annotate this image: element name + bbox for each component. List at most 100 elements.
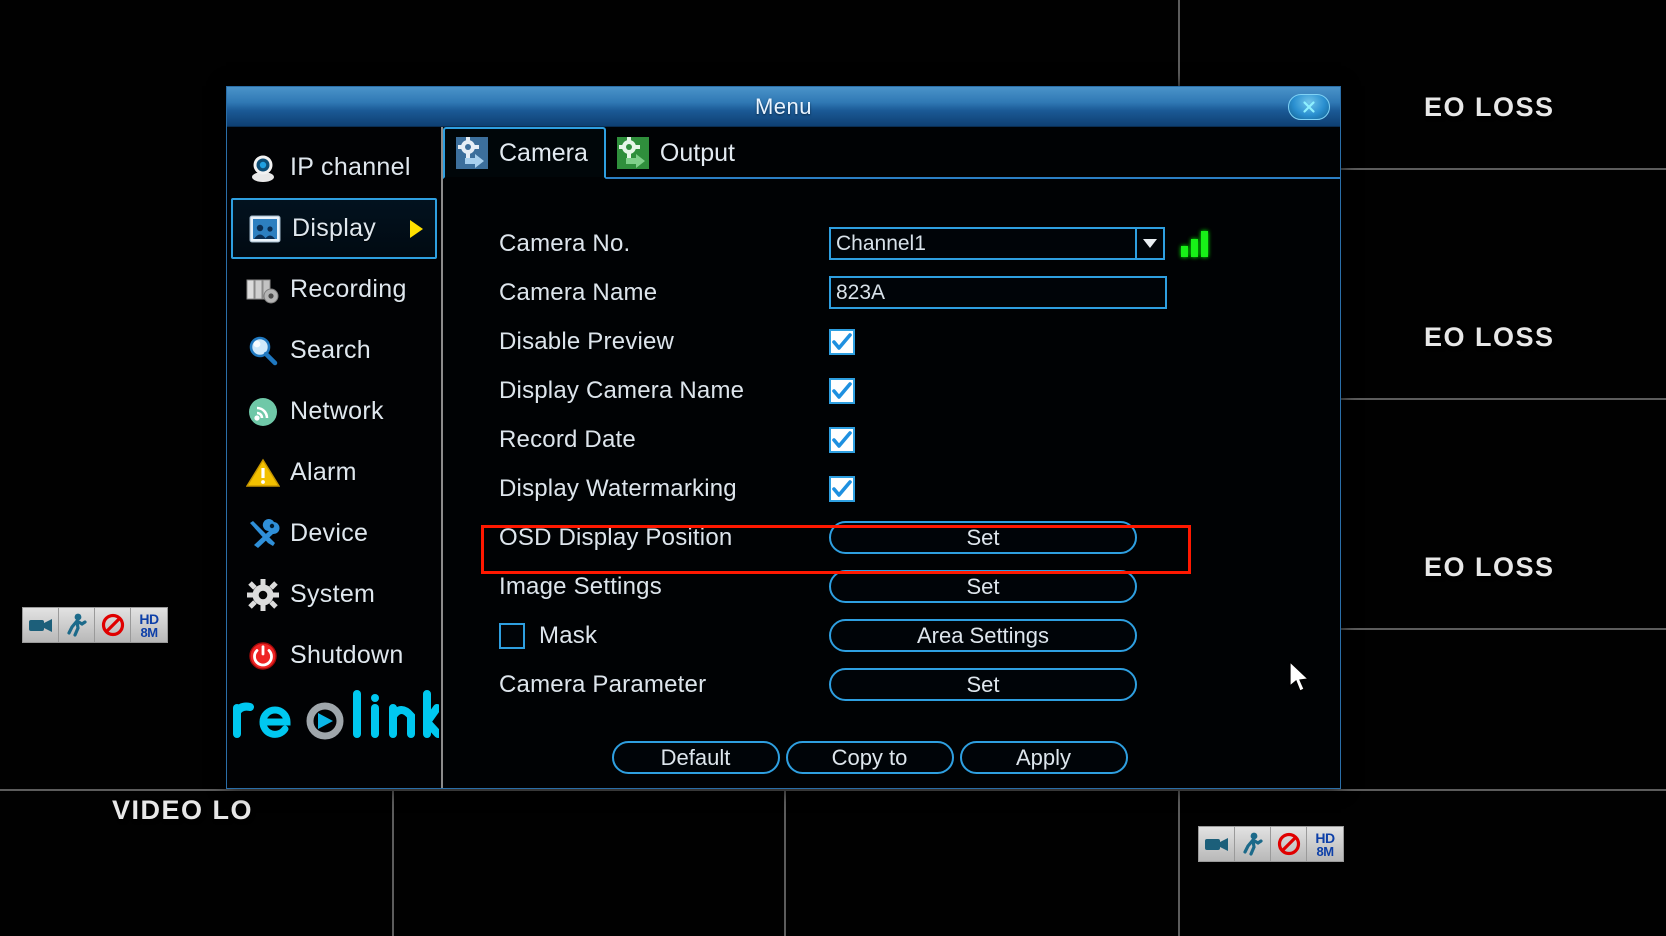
sidebar-item-alarm[interactable]: Alarm bbox=[231, 442, 437, 503]
check-icon bbox=[832, 332, 852, 350]
row-mask: Mask Area Settings bbox=[443, 611, 1340, 660]
label-display-camera-name: Display Camera Name bbox=[499, 376, 745, 404]
camera-icon bbox=[1199, 827, 1235, 861]
label-camera-parameter: Camera Parameter bbox=[499, 670, 707, 698]
motion-person-icon bbox=[59, 608, 95, 642]
row-osd-display-position: OSD Display Position Set bbox=[443, 513, 1340, 562]
camera-no-select[interactable]: Channel1 bbox=[829, 227, 1165, 260]
label-record-date: Record Date bbox=[499, 425, 636, 453]
content-panel: Camera Output Camera No. Channel1 Camera… bbox=[443, 127, 1340, 788]
video-loss-label: VIDEO LO bbox=[112, 795, 254, 825]
channel-status-strip: HD 8M bbox=[22, 607, 168, 643]
no-entry-icon bbox=[95, 608, 131, 642]
check-icon bbox=[832, 430, 852, 448]
camera-name-input[interactable]: 823A bbox=[829, 276, 1167, 309]
tab-label: Output bbox=[659, 138, 735, 167]
row-image-settings: Image Settings Set bbox=[443, 562, 1340, 611]
osd-display-position-set-button[interactable]: Set bbox=[829, 521, 1137, 554]
sidebar-label: Search bbox=[290, 336, 372, 364]
label-disable-preview: Disable Preview bbox=[499, 327, 675, 355]
channel-status-strip: HD 8M bbox=[1198, 826, 1344, 862]
tab-camera[interactable]: Camera bbox=[443, 127, 606, 179]
sidebar-item-device[interactable]: Device bbox=[231, 503, 437, 564]
sidebar-nav: IP channel Display Recording Search Netw… bbox=[227, 127, 443, 788]
device-tools-icon bbox=[245, 516, 281, 552]
chevron-down-icon[interactable] bbox=[1137, 227, 1165, 260]
row-camera-name: Camera Name 823A bbox=[443, 268, 1340, 317]
hd-8m-icon: HD 8M bbox=[131, 608, 167, 642]
dialog-title: Menu bbox=[754, 93, 813, 119]
reolink-logo bbox=[227, 684, 441, 740]
camera-icon bbox=[23, 608, 59, 642]
sidebar-label: Shutdown bbox=[290, 641, 404, 669]
label-mask: Mask bbox=[499, 622, 829, 650]
system-gear-icon bbox=[245, 577, 281, 613]
mask-area-settings-button[interactable]: Area Settings bbox=[829, 619, 1137, 652]
tab-label: Camera bbox=[499, 138, 588, 167]
no-entry-icon bbox=[1271, 827, 1307, 861]
label-image-settings: Image Settings bbox=[499, 572, 662, 600]
network-wifi-icon bbox=[245, 394, 281, 430]
apply-button[interactable]: Apply bbox=[959, 741, 1128, 774]
label-camera-no: Camera No. bbox=[499, 229, 631, 257]
default-button[interactable]: Default bbox=[611, 741, 780, 774]
checkbox-display-watermarking[interactable] bbox=[829, 475, 855, 502]
label-camera-name: Camera Name bbox=[499, 278, 658, 306]
ip-camera-icon bbox=[245, 150, 281, 186]
recording-film-icon bbox=[245, 272, 281, 308]
row-disable-preview: Disable Preview bbox=[443, 317, 1340, 366]
hd-label: HD bbox=[1315, 829, 1335, 846]
grid-divider-vertical bbox=[392, 789, 394, 936]
8m-label: 8M bbox=[140, 624, 158, 640]
sidebar-item-network[interactable]: Network bbox=[231, 381, 437, 442]
camera-settings-form: Camera No. Channel1 Camera Name 823A Dis… bbox=[443, 179, 1340, 709]
magnifier-icon bbox=[245, 333, 281, 369]
sidebar-label: Device bbox=[290, 519, 369, 547]
image-settings-set-button[interactable]: Set bbox=[829, 570, 1137, 603]
output-gear-icon bbox=[616, 136, 650, 170]
sidebar-label: Network bbox=[290, 397, 384, 425]
display-picture-icon bbox=[247, 211, 283, 247]
close-button[interactable] bbox=[1288, 94, 1330, 120]
row-camera-parameter: Camera Parameter Set bbox=[443, 660, 1340, 709]
copy-to-button[interactable]: Copy to bbox=[785, 741, 954, 774]
chevron-right-icon bbox=[410, 219, 423, 238]
label-display-watermarking: Display Watermarking bbox=[499, 474, 737, 502]
sidebar-label: Display bbox=[292, 214, 377, 242]
8m-label: 8M bbox=[1316, 843, 1334, 859]
signal-bars-icon bbox=[1181, 230, 1208, 257]
checkbox-mask[interactable] bbox=[499, 622, 525, 649]
row-display-camera-name: Display Camera Name bbox=[443, 366, 1340, 415]
grid-divider-vertical bbox=[784, 789, 786, 936]
hd-8m-icon: HD 8M bbox=[1307, 827, 1343, 861]
dialog-footer-buttons: Default Copy to Apply bbox=[443, 741, 1340, 774]
sidebar-item-search[interactable]: Search bbox=[231, 320, 437, 381]
dialog-title-bar: Menu bbox=[227, 87, 1340, 127]
checkbox-disable-preview[interactable] bbox=[829, 328, 855, 355]
close-x-icon bbox=[1303, 101, 1315, 113]
tab-output[interactable]: Output bbox=[606, 127, 751, 179]
check-icon bbox=[832, 381, 852, 399]
camera-gear-icon bbox=[455, 136, 489, 170]
video-loss-label: EO LOSS bbox=[1424, 552, 1555, 582]
hd-label: HD bbox=[139, 610, 159, 627]
sidebar-item-shutdown[interactable]: Shutdown bbox=[231, 625, 437, 686]
camera-no-value[interactable]: Channel1 bbox=[829, 227, 1137, 260]
sidebar-item-display[interactable]: Display bbox=[231, 198, 437, 259]
sidebar-item-recording[interactable]: Recording bbox=[231, 259, 437, 320]
sidebar-label: Recording bbox=[290, 275, 407, 303]
label-osd-display-position: OSD Display Position bbox=[499, 523, 733, 551]
video-loss-label: EO LOSS bbox=[1424, 92, 1555, 122]
sidebar-label: System bbox=[290, 580, 376, 608]
sidebar-item-system[interactable]: System bbox=[231, 564, 437, 625]
checkbox-record-date[interactable] bbox=[829, 426, 855, 453]
camera-parameter-set-button[interactable]: Set bbox=[829, 668, 1137, 701]
checkbox-display-camera-name[interactable] bbox=[829, 377, 855, 404]
row-record-date: Record Date bbox=[443, 415, 1340, 464]
row-display-watermarking: Display Watermarking bbox=[443, 464, 1340, 513]
motion-person-icon bbox=[1235, 827, 1271, 861]
check-icon bbox=[832, 479, 852, 497]
grid-divider-horizontal bbox=[0, 789, 1666, 791]
sidebar-item-ip-channel[interactable]: IP channel bbox=[231, 137, 437, 198]
power-icon bbox=[245, 638, 281, 674]
